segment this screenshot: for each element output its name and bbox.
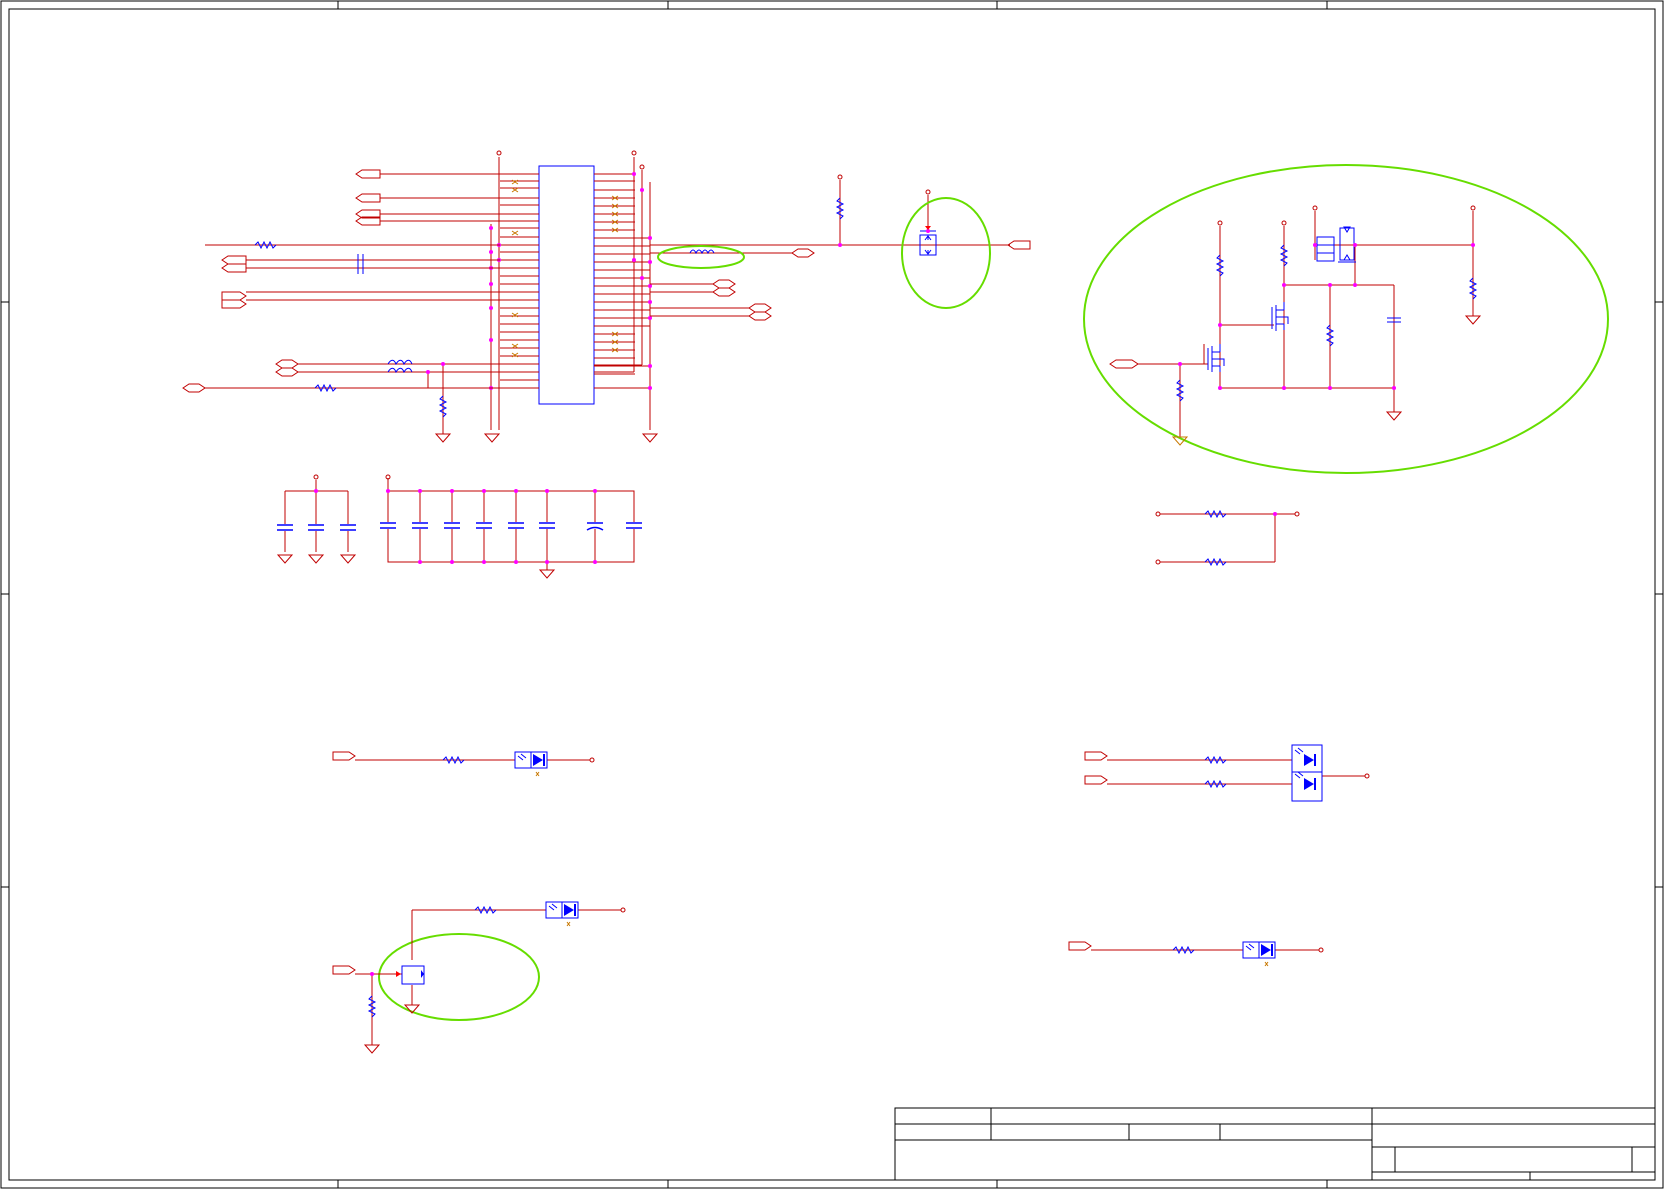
highlight-ellipses [378, 164, 1609, 1021]
power-switch-circuit [1109, 205, 1482, 446]
title-block [894, 1107, 1656, 1181]
schematic-sheet [0, 0, 1664, 1189]
resistor-pair [1155, 509, 1300, 567]
sheet-frame [0, 0, 1664, 1189]
decoupling-capacitors [276, 474, 642, 579]
ic-connector [483, 150, 659, 443]
left-signal-nets [182, 169, 500, 443]
led-circuits [332, 744, 1370, 1054]
right-signal-nets [650, 174, 1031, 321]
